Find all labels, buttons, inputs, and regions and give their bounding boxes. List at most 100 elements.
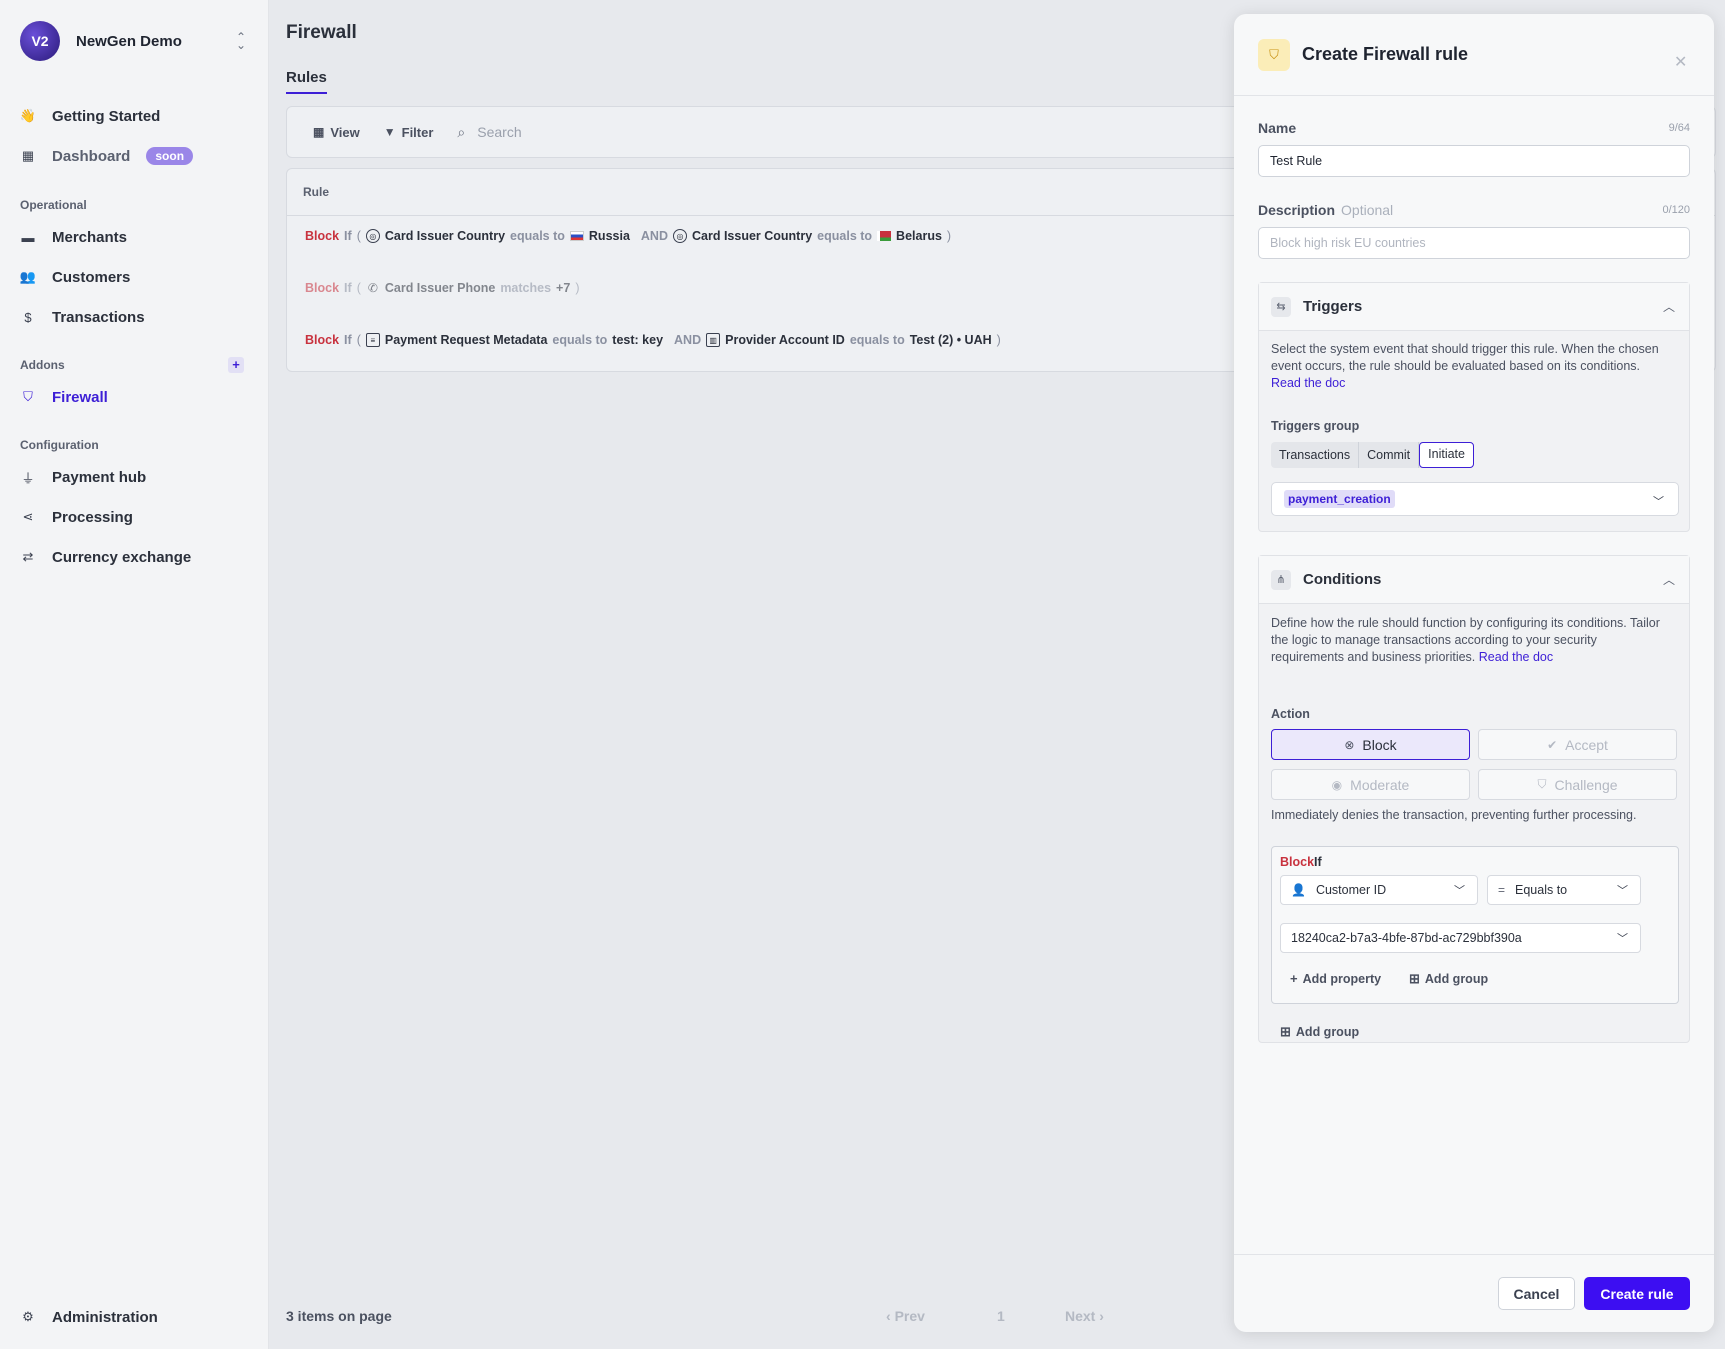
rule-open-paren: ( bbox=[356, 281, 361, 295]
create-rule-button[interactable]: Create rule bbox=[1584, 1277, 1690, 1310]
rule-action: Block bbox=[305, 229, 340, 243]
create-rule-drawer: ⛉ Create Firewall rule ✕ Name 9/64 Descr… bbox=[1234, 14, 1714, 1332]
belarus-flag-icon bbox=[877, 231, 892, 241]
add-addon-button[interactable]: + bbox=[228, 357, 244, 373]
soon-badge: soon bbox=[146, 147, 194, 165]
chevron-down-icon: ﹀ bbox=[1653, 496, 1664, 508]
exchange-icon: ⇄ bbox=[22, 549, 34, 564]
action-block-button[interactable]: ⊗ Block bbox=[1271, 729, 1470, 760]
sidebar-item-getting-started[interactable]: 👋 Getting Started bbox=[20, 104, 250, 128]
action-moderate-button[interactable]: ◉ Moderate bbox=[1271, 769, 1470, 800]
check-circle-icon: ✔ bbox=[1547, 737, 1558, 752]
rule-value: Russia bbox=[588, 229, 630, 243]
triggers-group-label: Triggers group bbox=[1271, 419, 1360, 433]
trigger-event-select[interactable]: payment_creation ﹀ bbox=[1271, 482, 1679, 516]
add-group-inner-button[interactable]: ⊞ Add group bbox=[1409, 971, 1488, 987]
search-placeholder: Search bbox=[477, 124, 522, 140]
sidebar-item-label: Customers bbox=[52, 268, 131, 286]
plus-square-icon: ⊞ bbox=[1409, 971, 1420, 986]
sidebar-item-currency-exchange[interactable]: ⇄ Currency exchange bbox=[20, 545, 250, 569]
rule-open-paren: ( bbox=[356, 333, 361, 347]
triggers-read-doc-link[interactable]: Read the doc bbox=[1271, 376, 1345, 390]
dashboard-icon: ▦ bbox=[21, 148, 35, 163]
chevron-up-icon[interactable]: ︿ bbox=[1649, 571, 1689, 588]
rule-if: If bbox=[344, 333, 352, 347]
triggers-desc-text: Select the system event that should trig… bbox=[1271, 342, 1659, 373]
chevron-up-icon[interactable]: ︿ bbox=[1649, 298, 1689, 315]
sidebar-item-dashboard[interactable]: ▦ Dashboard soon bbox=[20, 144, 250, 168]
action-challenge-button[interactable]: ⛉ Challenge bbox=[1478, 769, 1677, 800]
filter-icon: ▼ bbox=[383, 125, 396, 139]
name-input[interactable] bbox=[1258, 145, 1690, 177]
russia-flag-icon bbox=[569, 231, 584, 241]
description-input[interactable] bbox=[1258, 227, 1690, 259]
sidebar-item-label: Administration bbox=[52, 1308, 158, 1326]
rule-operator: equals to bbox=[552, 333, 608, 347]
close-icon[interactable]: ✕ bbox=[1674, 52, 1687, 72]
triggers-title: Triggers bbox=[1303, 298, 1363, 315]
triggers-header[interactable]: ⇆ Triggers ︿ bbox=[1259, 283, 1689, 331]
property-value: Customer ID bbox=[1315, 883, 1387, 897]
segment-initiate[interactable]: Initiate bbox=[1419, 442, 1474, 468]
add-group-label: Add group bbox=[1424, 972, 1489, 986]
table-row[interactable]: Block If ( ◎ Card Issuer Country equals … bbox=[305, 229, 956, 243]
description-char-count: 0/120 bbox=[1662, 204, 1690, 216]
sidebar-item-label: Dashboard bbox=[52, 147, 131, 165]
action-description: Immediately denies the transaction, prev… bbox=[1271, 808, 1637, 822]
add-group-outer-button[interactable]: ⊞ Add group bbox=[1280, 1024, 1359, 1040]
sidebar-item-firewall[interactable]: ⛉ Firewall bbox=[20, 385, 250, 409]
rule-close-paren: ) bbox=[946, 229, 952, 243]
sidebar-item-label: Payment hub bbox=[52, 468, 147, 486]
chevron-up-down-icon[interactable]: ⌃ ⌄ bbox=[232, 31, 250, 51]
cancel-button[interactable]: Cancel bbox=[1498, 1277, 1575, 1310]
search-box[interactable]: ⌕ Search bbox=[457, 124, 521, 141]
operator-dropdown[interactable]: = Equals to ﹀ bbox=[1487, 875, 1641, 905]
sidebar-item-transactions[interactable]: $ Transactions bbox=[20, 305, 250, 329]
plug-icon: ⏚ bbox=[21, 470, 35, 486]
action-block-label: Block bbox=[1362, 736, 1397, 753]
rule-value: Belarus bbox=[896, 229, 942, 243]
operator-value: Equals to bbox=[1515, 883, 1568, 897]
condition-header: BlockIf bbox=[1280, 855, 1322, 869]
sidebar-item-label: Currency exchange bbox=[52, 548, 192, 566]
property-dropdown[interactable]: 👤 Customer ID ﹀ bbox=[1280, 875, 1478, 905]
document-icon: ≡ bbox=[365, 333, 380, 347]
value-dropdown[interactable]: 18240ca2-b7a3-4bfe-87bd-ac729bbf390a ﹀ bbox=[1280, 923, 1641, 953]
condition-block-word: Block bbox=[1280, 855, 1315, 869]
add-property-button[interactable]: + Add property bbox=[1290, 971, 1381, 986]
sidebar-item-administration[interactable]: ⚙ Administration bbox=[20, 1305, 250, 1329]
sidebar-item-merchants[interactable]: ▬ Merchants bbox=[20, 225, 250, 249]
rule-close-paren: ) bbox=[575, 281, 580, 295]
shield-icon: ⛉ bbox=[1258, 38, 1290, 71]
filter-button[interactable]: ▼ Filter bbox=[384, 125, 434, 140]
conditions-description: Define how the rule should function by c… bbox=[1271, 615, 1671, 666]
section-addons: Addons bbox=[20, 358, 65, 372]
segment-commit[interactable]: Commit bbox=[1359, 442, 1420, 468]
prev-button[interactable]: ‹ Prev bbox=[886, 1308, 925, 1324]
sidebar-item-payment-hub[interactable]: ⏚ Payment hub bbox=[20, 465, 250, 489]
conditions-read-doc-link[interactable]: Read the doc bbox=[1479, 650, 1553, 664]
segment-transactions[interactable]: Transactions bbox=[1271, 442, 1360, 468]
org-name: NewGen Demo bbox=[76, 32, 182, 50]
table-row[interactable]: Block If ( ✆ Card Issuer Phone matches +… bbox=[305, 281, 584, 295]
action-accept-button[interactable]: ✔ Accept bbox=[1478, 729, 1677, 760]
next-button[interactable]: Next › bbox=[1065, 1308, 1104, 1324]
x-circle-icon: ⊗ bbox=[1344, 737, 1355, 752]
page-number[interactable]: 1 bbox=[997, 1308, 1005, 1324]
table-row[interactable]: Block If ( ≡ Payment Request Metadata eq… bbox=[305, 333, 1006, 347]
sidebar-item-label: Processing bbox=[52, 508, 133, 526]
tab-rules[interactable]: Rules bbox=[286, 69, 327, 94]
description-label: Description Optional bbox=[1258, 202, 1393, 218]
view-button[interactable]: ▦ View bbox=[313, 125, 360, 140]
org-switcher[interactable]: V2 NewGen Demo ⌃ ⌄ bbox=[20, 21, 250, 61]
condition-if-word: If bbox=[1314, 855, 1322, 869]
trigger-icon: ⇆ bbox=[1271, 296, 1291, 317]
chevron-down-icon: ﹀ bbox=[1617, 933, 1628, 945]
action-moderate-label: Moderate bbox=[1350, 776, 1410, 793]
rule-operator: equals to bbox=[510, 229, 565, 243]
sidebar-item-customers[interactable]: 👥 Customers bbox=[20, 265, 250, 289]
sidebar-item-label: Firewall bbox=[52, 388, 108, 406]
conditions-header[interactable]: ⋔ Conditions ︿ bbox=[1259, 556, 1689, 604]
rule-close-paren: ) bbox=[996, 333, 1001, 347]
sidebar-item-processing[interactable]: ⋖ Processing bbox=[20, 505, 250, 529]
